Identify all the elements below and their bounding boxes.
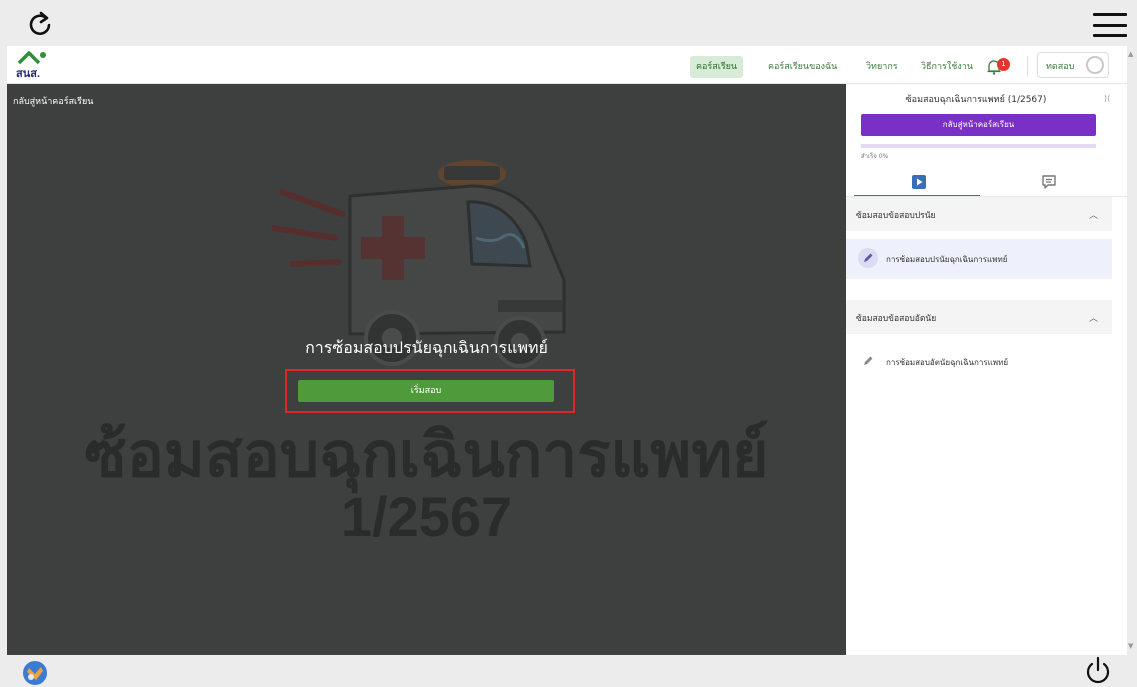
pencil-icon [858, 248, 878, 268]
menu-line [1093, 13, 1127, 16]
refresh-button[interactable] [22, 6, 58, 42]
lesson-item[interactable]: การซ้อมสอบปรนัยฉุกเฉินการแพทย์ [846, 239, 1112, 279]
section-subjective-header[interactable]: ซ้อมสอบข้อสอบอัตนัย ︿ [846, 300, 1112, 334]
tab-discussion[interactable] [984, 170, 1114, 194]
quiz-stage: กลับสู่หน้าคอร์สเรียน ซ้อมสอบฉุกเฉินการแ… [7, 84, 846, 655]
nav-courses[interactable]: คอร์สเรียน [690, 56, 744, 78]
user-name: ทดสอบ [1046, 62, 1075, 72]
chat-icon [1042, 175, 1056, 189]
lesson-title: การซ้อมสอบอัตนัยฉุกเฉินการแพทย์ [886, 358, 1009, 367]
tab-lessons[interactable] [854, 170, 984, 194]
progress-bar [861, 144, 1096, 148]
lesson-item[interactable]: การซ้อมสอบอัตนัยฉุกเฉินการแพทย์ [846, 342, 1112, 382]
section-title: ซ้อมสอบข้อสอบปรนัย [856, 211, 936, 221]
nav-my-courses[interactable]: คอร์สเรียนของฉัน [762, 56, 843, 78]
site-navbar: สนส. คอร์สเรียน คอร์สเรียนของฉัน วิทยากร… [7, 46, 1127, 84]
kiosk-bottom-bar [0, 655, 1137, 687]
progress-text: สำเร็จ 0% [861, 153, 889, 160]
start-exam-button[interactable]: เริ่มสอบ [298, 380, 554, 402]
chevron-up-icon: ︿ [1088, 314, 1098, 324]
kiosk-top-bar [0, 0, 1137, 46]
nav-divider [1027, 56, 1028, 76]
svg-text:สนส.: สนส. [16, 68, 40, 80]
notification-badge: 1 [997, 58, 1010, 71]
scroll-up-arrow[interactable]: ▲ [1128, 50, 1133, 58]
section-objective-header[interactable]: ซ้อมสอบข้อสอบปรนัย ︿ [846, 197, 1112, 231]
avatar [1086, 56, 1104, 74]
video-play-icon [912, 175, 926, 189]
hamburger-menu-button[interactable] [1093, 10, 1127, 40]
user-menu[interactable]: ทดสอบ [1037, 52, 1109, 78]
course-side-panel: ซ้อมสอบฉุกเฉินการแพทย์ (1/2567) ⟩⟨ กลับส… [846, 84, 1127, 655]
quiz-title: การซ้อมสอบปรนัยฉุกเฉินการแพทย์ [305, 338, 548, 357]
web-viewport: สนส. คอร์สเรียน คอร์สเรียนของฉัน วิทยากร… [7, 46, 1127, 655]
nav-instructors[interactable]: วิทยากร [860, 56, 904, 78]
chevron-up-icon: ︿ [1088, 211, 1098, 221]
refresh-icon [29, 11, 51, 35]
back-to-course-button[interactable]: กลับสู่หน้าคอร์สเรียน [861, 114, 1096, 136]
notification-button[interactable]: 1 [987, 55, 1011, 77]
course-title: ซ้อมสอบฉุกเฉินการแพทย์ (1/2567) [905, 95, 1047, 105]
site-logo[interactable]: สนส. [13, 49, 53, 81]
power-icon[interactable] [1082, 655, 1114, 687]
menu-line [1093, 23, 1127, 27]
collapse-panel-toggle[interactable]: ⟩⟨ [1104, 94, 1110, 103]
lesson-title: การซ้อมสอบปรนัยฉุกเฉินการแพทย์ [886, 255, 1008, 264]
page-scrollbar[interactable]: ▲ ▼ [1127, 46, 1137, 655]
back-to-course-link[interactable]: กลับสู่หน้าคอร์สเรียน [13, 94, 93, 108]
nav-how-to-use[interactable]: วิธีการใช้งาน [915, 56, 979, 78]
app-badge-icon[interactable] [21, 659, 49, 687]
pencil-icon [858, 351, 878, 371]
scroll-down-arrow[interactable]: ▼ [1128, 642, 1133, 650]
section-title: ซ้อมสอบข้อสอบอัตนัย [856, 314, 937, 324]
menu-line [1093, 34, 1127, 37]
background-course-title-line2: 1/2567 [340, 485, 513, 548]
